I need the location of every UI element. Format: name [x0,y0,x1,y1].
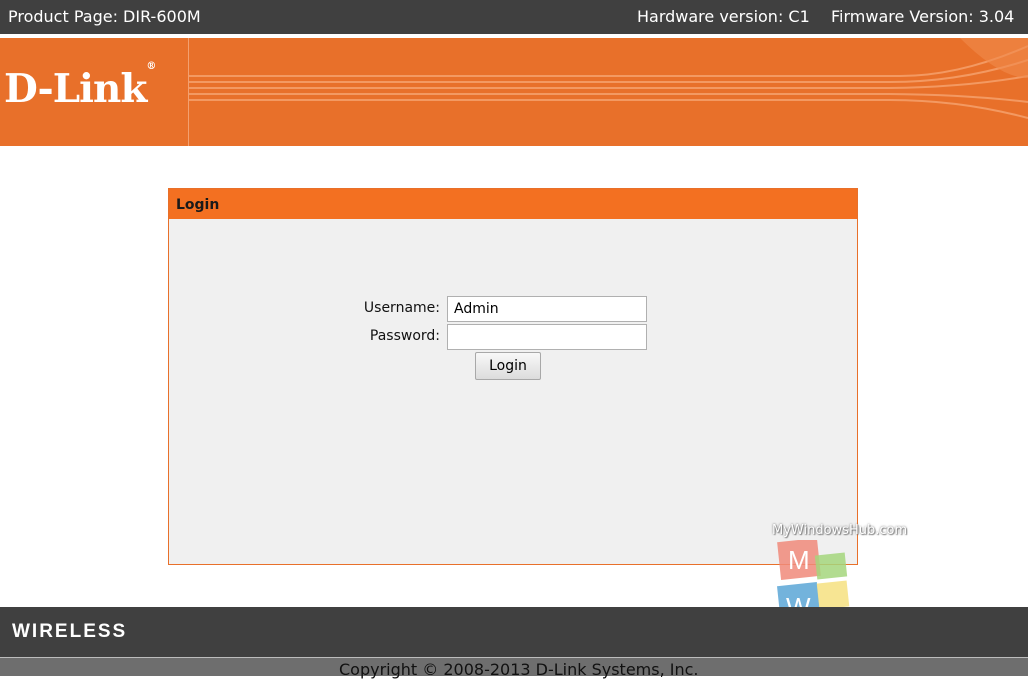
footer-bar: WIRELESS [0,607,1028,657]
watermark-m: M [788,545,810,575]
password-input[interactable] [447,324,647,350]
password-label: Password: [369,328,440,344]
login-panel: Login Username: Password: Login [168,188,858,565]
copyright-bar: Copyright © 2008-2013 D-Link Systems, In… [0,657,1028,679]
username-input[interactable] [447,296,647,322]
header-banner: D-Link® [0,38,1028,146]
login-panel-title: Login [169,189,857,219]
brand-area: D-Link® [0,38,189,146]
copyright-text: Copyright © 2008-2013 D-Link Systems, In… [339,660,699,679]
product-page-label: Product Page: DIR-600M [8,7,201,26]
dlink-logo: D-Link® [4,61,156,112]
firmware-version-label: Firmware Version: 3.04 [831,7,1015,26]
top-bar: Product Page: DIR-600M Hardware version:… [0,0,1028,34]
watermark-text: MyWindowsHub.com [772,523,908,538]
wireless-logo: WIRELESS [12,621,128,642]
hardware-version-label: Hardware version: C1 [637,7,810,26]
login-button[interactable]: Login [475,352,541,380]
username-label: Username: [363,300,440,316]
